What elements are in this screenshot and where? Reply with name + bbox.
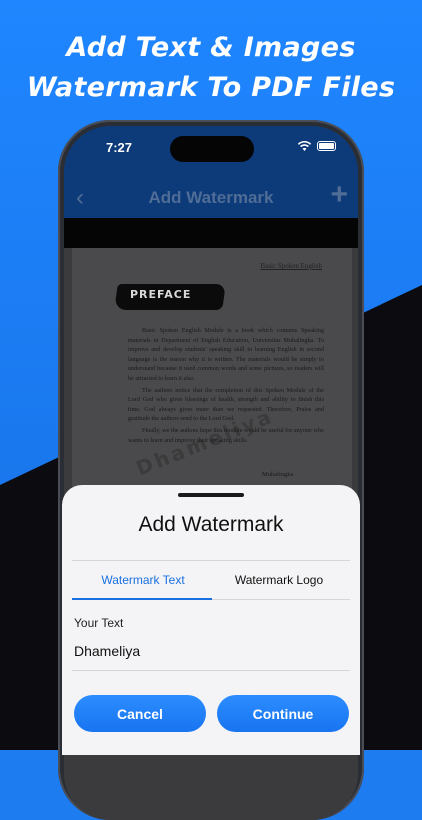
battery-icon bbox=[317, 141, 336, 151]
your-text-label: Your Text bbox=[74, 616, 124, 630]
headline-line-2: Watermark To PDF Files bbox=[26, 72, 396, 103]
doc-paragraph: Basic Spoken English Module is a book wh… bbox=[128, 327, 324, 382]
doc-paragraph: The authors notice that the completion o… bbox=[128, 386, 324, 423]
sheet-title: Add Watermark bbox=[138, 513, 284, 536]
toolbar-strip bbox=[64, 218, 358, 248]
add-watermark-sheet: Add Watermark Watermark Text Watermark L… bbox=[62, 485, 360, 755]
active-tab-indicator bbox=[72, 598, 212, 600]
divider bbox=[72, 560, 350, 561]
doc-heading: PREFACE bbox=[130, 288, 192, 301]
continue-button[interactable]: Continue bbox=[217, 695, 349, 732]
plus-icon[interactable]: + bbox=[330, 178, 348, 212]
nav-title: Add Watermark bbox=[148, 188, 274, 207]
cancel-button[interactable]: Cancel bbox=[74, 695, 206, 732]
sheet-grabber[interactable] bbox=[178, 493, 244, 497]
dynamic-island bbox=[170, 136, 254, 162]
status-time: 7:27 bbox=[106, 140, 133, 155]
headline-line-1: Add Text & Images bbox=[66, 32, 356, 63]
promo-headline: Add Text & Images Watermark To PDF Files bbox=[0, 28, 422, 108]
divider bbox=[72, 670, 350, 671]
doc-signature: Muhalingka bbox=[262, 471, 294, 478]
doc-header: Basic Spoken English bbox=[260, 262, 322, 270]
status-bar: 7:27 bbox=[64, 126, 358, 178]
watermark-text-input[interactable] bbox=[74, 643, 346, 659]
tab-watermark-logo[interactable]: Watermark Logo bbox=[210, 573, 348, 587]
wifi-icon bbox=[297, 139, 312, 157]
nav-bar: ‹ Add Watermark + bbox=[64, 178, 358, 218]
tab-watermark-text[interactable]: Watermark Text bbox=[74, 573, 212, 587]
